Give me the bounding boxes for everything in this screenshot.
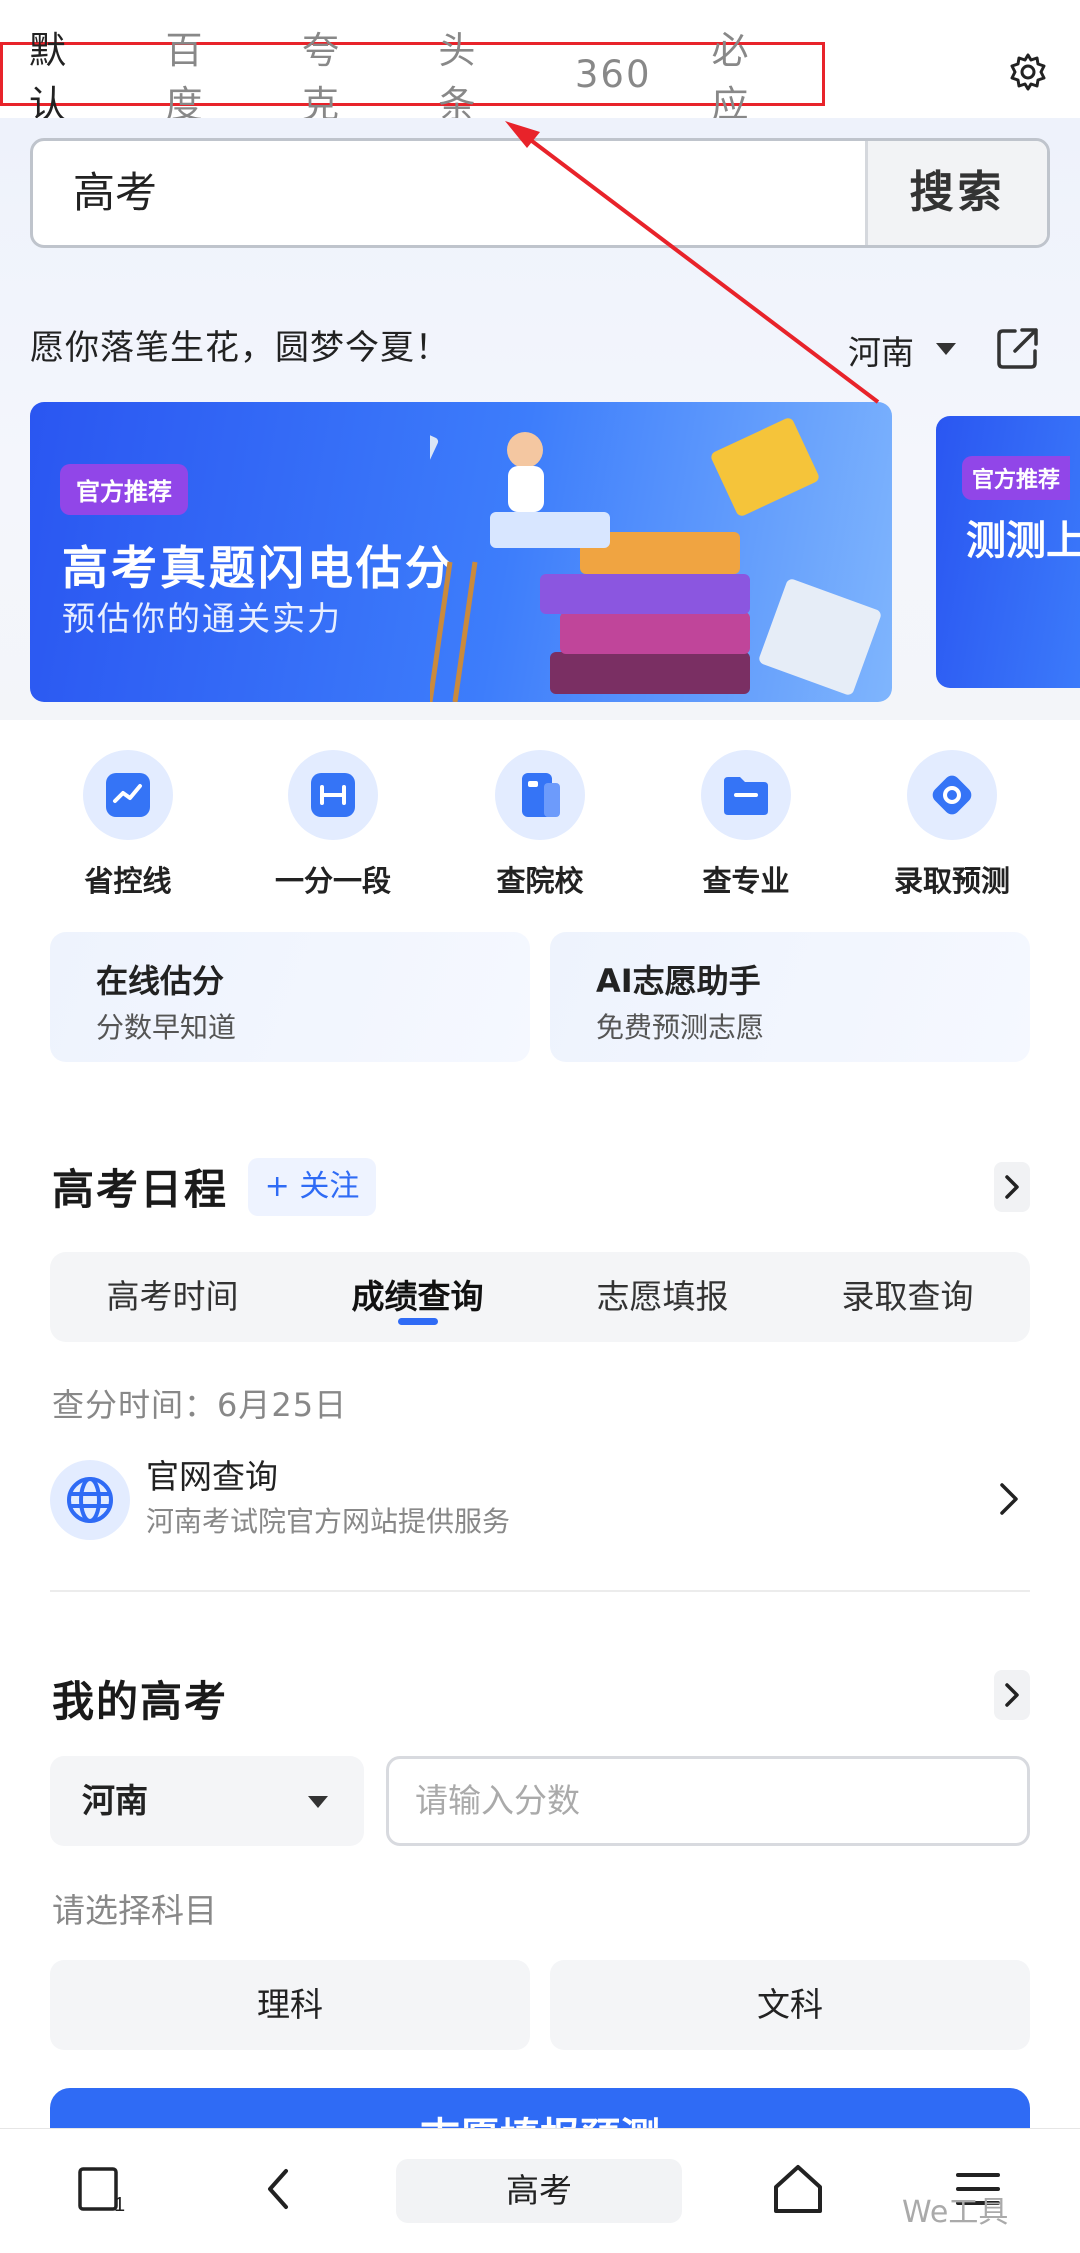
share-icon[interactable] (995, 325, 1041, 371)
bottom-nav: 1 高考 We工具 (0, 2128, 1080, 2253)
school-icon (495, 750, 585, 840)
caret-down-icon[interactable] (936, 343, 956, 355)
schedule-title: 高考日程 (52, 1165, 229, 1214)
follow-button[interactable]: + 关注 (248, 1158, 376, 1216)
official-tag: 官方推荐 (60, 464, 188, 515)
quick-actions: 省控线 一分一段 查院校 查专业 录取预测 (0, 750, 1080, 900)
quick-action-major[interactable]: 查专业 (656, 750, 836, 900)
back-icon[interactable] (250, 2159, 310, 2219)
chevron-right-icon (1005, 1175, 1019, 1199)
search-box[interactable]: 高考 搜索 (30, 138, 1050, 248)
segment-icon (288, 750, 378, 840)
quick-action-segment[interactable]: 一分一段 (243, 750, 423, 900)
slogan-text: 愿你落笔生花，圆梦今夏！ (30, 328, 450, 368)
divider (50, 1590, 1030, 1592)
tool-subtitle: 分数早知道 (96, 1011, 237, 1044)
site-title: 官网查询 (146, 1457, 278, 1496)
current-page-pill[interactable]: 高考 (396, 2159, 682, 2223)
gear-icon[interactable] (1008, 52, 1048, 92)
subject-science-button[interactable]: 理科 (50, 1960, 530, 2050)
engine-tab-default[interactable]: 默认 (3, 20, 105, 128)
engine-tab-quark[interactable]: 夸克 (276, 20, 378, 128)
promo-banner[interactable]: 官方推荐 高考真题闪电估分 预估你的通关实力 (30, 402, 892, 702)
tool-title: AI志愿助手 (596, 962, 761, 1000)
engine-tab-360[interactable]: 360 (549, 53, 652, 96)
quick-action-label: 录取预测 (893, 864, 1010, 898)
watermark: We工具 (902, 2195, 1009, 2230)
site-subtitle: 河南考试院官方网站提供服务 (146, 1505, 511, 1538)
search-engine-bar: 默认 百度 夸克 头条 360 必应 (0, 0, 1080, 126)
query-time-text: 查分时间：6月25日 (52, 1386, 348, 1424)
quick-action-label: 一分一段 (274, 864, 391, 898)
trend-icon (83, 750, 173, 840)
tool-card-online-score[interactable]: 在线估分 分数早知道 (50, 932, 530, 1062)
caret-down-icon (308, 1796, 328, 1808)
quick-action-predict[interactable]: 录取预测 (862, 750, 1042, 900)
quick-action-label: 省控线 (84, 864, 172, 898)
engine-tab-toutiao[interactable]: 头条 (412, 20, 514, 128)
subject-hint: 请选择科目 (52, 1891, 217, 1930)
province-label: 河南 (82, 1781, 148, 1820)
banner-title: 高考真题闪电估分 (62, 541, 454, 595)
tab-admission-query[interactable]: 录取查询 (785, 1252, 1030, 1342)
official-site-row[interactable]: 官网查询 河南考试院官方网站提供服务 (50, 1457, 1030, 1610)
chevron-right-icon (1000, 1483, 1018, 1515)
search-button[interactable]: 搜索 (865, 141, 1047, 245)
tab-count: 1 (114, 2194, 125, 2216)
schedule-more-button[interactable] (994, 1162, 1030, 1212)
province-select[interactable]: 河南 (50, 1756, 364, 1846)
schedule-tabs: 高考时间 成绩查询 志愿填报 录取查询 (50, 1252, 1030, 1342)
score-input[interactable]: 请输入分数 (386, 1756, 1030, 1846)
globe-icon (50, 1460, 130, 1540)
quick-action-score-line[interactable]: 省控线 (38, 750, 218, 900)
tab-score-query[interactable]: 成绩查询 (295, 1252, 540, 1342)
engine-tab-baidu[interactable]: 百度 (139, 20, 241, 128)
my-gaokao-more-button[interactable] (994, 1670, 1030, 1720)
promo-banner-next[interactable]: 官方推荐 测测上什 (936, 416, 1080, 688)
my-gaokao-title: 我的高考 (52, 1677, 229, 1726)
tool-title: 在线估分 (96, 962, 225, 1000)
quick-action-label: 查院校 (496, 864, 584, 898)
content-card: 省控线 一分一段 查院校 查专业 录取预测 在线估分 分数早知道 AI志愿助手 … (0, 720, 1080, 2198)
chevron-right-icon (1005, 1683, 1019, 1707)
folder-icon (701, 750, 791, 840)
engine-tab-bing[interactable]: 必应 (686, 20, 788, 128)
subject-arts-button[interactable]: 文科 (550, 1960, 1030, 2050)
books-illustration (430, 411, 881, 702)
tool-subtitle: 免费预测志愿 (596, 1011, 765, 1044)
tool-card-ai-assistant[interactable]: AI志愿助手 免费预测志愿 (550, 932, 1030, 1062)
tabs-icon[interactable]: 1 (70, 2159, 130, 2219)
tab-application[interactable]: 志愿填报 (540, 1252, 785, 1342)
search-input[interactable]: 高考 (73, 141, 157, 245)
quick-action-label: 查专业 (702, 864, 790, 898)
banner-subtitle: 预估你的通关实力 (62, 599, 342, 638)
banner-title: 测测上什 (966, 518, 1080, 564)
quick-action-school[interactable]: 查院校 (450, 750, 630, 900)
engine-tabs: 默认 百度 夸克 头条 360 必应 (0, 29, 825, 126)
tab-exam-time[interactable]: 高考时间 (50, 1252, 295, 1342)
region-select[interactable]: 河南 (848, 326, 914, 374)
home-icon[interactable] (768, 2159, 828, 2219)
official-tag: 官方推荐 (962, 456, 1071, 500)
active-tab-indicator (398, 1318, 438, 1325)
target-icon (907, 750, 997, 840)
